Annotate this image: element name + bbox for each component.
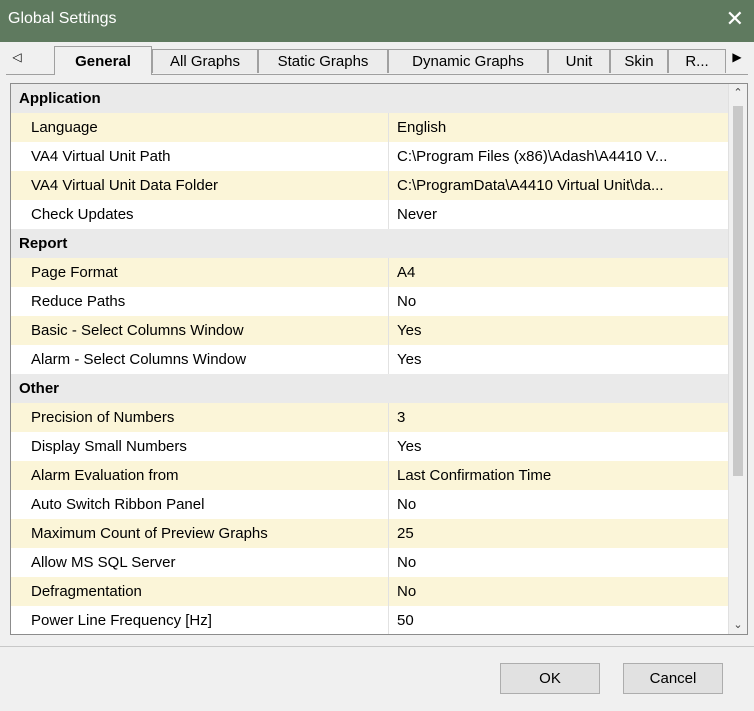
property-name: Basic - Select Columns Window — [31, 322, 244, 339]
property-name: VA4 Virtual Unit Path — [31, 148, 171, 165]
scroll-down-icon[interactable]: ⌄ — [729, 616, 747, 634]
tab-more[interactable]: R... — [668, 49, 726, 73]
property-name: Display Small Numbers — [31, 438, 187, 455]
property-value[interactable]: English — [397, 113, 727, 142]
property-row[interactable]: Display Small Numbers Yes — [11, 432, 729, 461]
ok-button[interactable]: OK — [500, 663, 600, 694]
property-name: Maximum Count of Preview Graphs — [31, 525, 268, 542]
property-name: Auto Switch Ribbon Panel — [31, 496, 205, 513]
property-name: Power Line Frequency [Hz] — [31, 612, 212, 629]
property-row[interactable]: Basic - Select Columns Window Yes — [11, 316, 729, 345]
property-value[interactable]: Yes — [397, 432, 727, 461]
property-row[interactable]: Alarm Evaluation from Last Confirmation T… — [11, 461, 729, 490]
category-title: Report — [19, 235, 68, 252]
property-row[interactable]: VA4 Virtual Unit Path C:\Program Files (x… — [11, 142, 729, 171]
property-value[interactable]: No — [397, 490, 727, 519]
tab-static-graphs[interactable]: Static Graphs — [258, 49, 388, 73]
scrollbar-thumb[interactable] — [733, 106, 743, 476]
tab-general[interactable]: General — [54, 46, 152, 75]
title-bar: Global Settings ✕ — [0, 0, 754, 42]
property-grid-panel: Application Language English VA4 Virtual … — [10, 83, 748, 635]
property-name: Allow MS SQL Server — [31, 554, 176, 571]
tab-strip: ◁ General All Graphs Static Graphs Dynam… — [6, 46, 748, 75]
property-value[interactable]: 3 — [397, 403, 727, 432]
footer-divider — [0, 646, 754, 647]
category-row[interactable]: Report — [11, 229, 729, 258]
property-value[interactable]: Never — [397, 200, 727, 229]
cancel-button[interactable]: Cancel — [623, 663, 723, 694]
property-row[interactable]: Auto Switch Ribbon Panel No — [11, 490, 729, 519]
window-title: Global Settings — [8, 10, 117, 27]
property-row[interactable]: Alarm - Select Columns Window Yes — [11, 345, 729, 374]
property-value[interactable]: Yes — [397, 345, 727, 374]
property-name: Page Format — [31, 264, 118, 281]
close-icon[interactable]: ✕ — [726, 7, 744, 31]
property-value[interactable]: 50 — [397, 606, 727, 634]
property-value[interactable]: Last Confirmation Time — [397, 461, 727, 490]
tab-unit[interactable]: Unit — [548, 49, 610, 73]
property-row[interactable]: Precision of Numbers 3 — [11, 403, 729, 432]
property-name: Alarm Evaluation from — [31, 467, 179, 484]
property-value[interactable]: No — [397, 287, 727, 316]
tab-scroll-right-icon[interactable]: ▶ — [730, 50, 744, 64]
property-row[interactable]: Reduce Paths No — [11, 287, 729, 316]
property-row[interactable]: Check Updates Never — [11, 200, 729, 229]
property-row[interactable]: Maximum Count of Preview Graphs 25 — [11, 519, 729, 548]
property-value[interactable]: No — [397, 577, 727, 606]
category-row[interactable]: Other — [11, 374, 729, 403]
scroll-up-icon[interactable]: ⌃ — [729, 84, 747, 102]
property-grid: Application Language English VA4 Virtual … — [11, 84, 729, 634]
property-row[interactable]: VA4 Virtual Unit Data Folder C:\ProgramDa… — [11, 171, 729, 200]
property-name: Language — [31, 119, 98, 136]
property-value[interactable]: 25 — [397, 519, 727, 548]
property-name: Reduce Paths — [31, 293, 126, 310]
property-value[interactable]: Yes — [397, 316, 727, 345]
category-title: Other — [19, 380, 60, 397]
property-value[interactable]: A4 — [397, 258, 727, 287]
category-title: Application — [19, 90, 101, 107]
property-value[interactable]: C:\Program Files (x86)\Adash\A4410 V... — [397, 142, 727, 171]
property-row[interactable]: Page Format A4 — [11, 258, 729, 287]
tab-all-graphs[interactable]: All Graphs — [152, 49, 258, 73]
property-name: Defragmentation — [31, 583, 142, 600]
property-name: VA4 Virtual Unit Data Folder — [31, 177, 219, 194]
category-row[interactable]: Application — [11, 84, 729, 113]
tab-dynamic-graphs[interactable]: Dynamic Graphs — [388, 49, 548, 73]
property-row[interactable]: Allow MS SQL Server No — [11, 548, 729, 577]
property-name: Alarm - Select Columns Window — [31, 351, 247, 368]
property-value[interactable]: C:\ProgramData\A4410 Virtual Unit\da... — [397, 171, 727, 200]
tab-skin[interactable]: Skin — [610, 49, 668, 73]
property-name: Check Updates — [31, 206, 134, 223]
property-row[interactable]: Language English — [11, 113, 729, 142]
property-row[interactable]: Defragmentation No — [11, 577, 729, 606]
property-value[interactable]: No — [397, 548, 727, 577]
tab-scroll-left-icon[interactable]: ◁ — [10, 50, 24, 64]
vertical-scrollbar[interactable]: ⌃ ⌄ — [728, 84, 747, 634]
property-row[interactable]: Power Line Frequency [Hz] 50 — [11, 606, 729, 634]
property-name: Precision of Numbers — [31, 409, 175, 426]
